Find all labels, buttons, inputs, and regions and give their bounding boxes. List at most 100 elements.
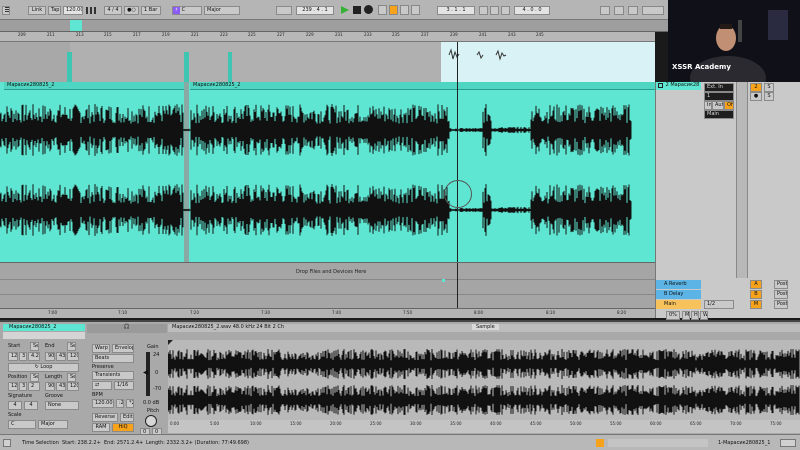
start-beat[interactable]: 3 [19, 352, 27, 361]
sample-editor[interactable]: 0:00 5:00 10:00 15:00 20:00 25:00 30:00 … [168, 332, 800, 433]
stop-icon[interactable] [353, 6, 361, 14]
metro-quantize[interactable]: 1 Bar [141, 6, 161, 15]
post-m-button[interactable]: Post [774, 300, 788, 309]
envelope-tab[interactable]: Envelope [112, 344, 134, 353]
drop-area[interactable]: Drop Files and Devices Here [0, 262, 655, 309]
monitor-off-button[interactable]: Off [724, 101, 734, 110]
solo-button-2[interactable]: S [764, 92, 774, 101]
end-set[interactable]: Set [67, 342, 76, 351]
signature-numerator[interactable]: 4 [8, 401, 22, 410]
loop-start-field[interactable]: 3 . 1 . 1 [437, 6, 475, 15]
reverse-button[interactable]: Reverse [92, 413, 118, 422]
post-b-button[interactable]: Post [774, 290, 788, 299]
clip-key-select[interactable]: C [8, 420, 36, 429]
start-set[interactable]: Set [30, 342, 39, 351]
position-set[interactable]: Set [30, 373, 39, 382]
start-sixteenth[interactable]: 4.2 [28, 352, 40, 361]
draw-mode-icon[interactable] [389, 5, 398, 15]
warp-mode-select[interactable]: Beats [92, 354, 134, 363]
control-bar-toggle[interactable] [2, 6, 10, 15]
metronome-button[interactable]: ●○ [124, 6, 139, 15]
audio-track-lane[interactable]: Марасик280825_2 Марасик280825_2 [0, 82, 655, 262]
length-set[interactable]: Set [67, 373, 76, 382]
groove-select[interactable]: None [45, 401, 79, 410]
end-sixteenth[interactable]: 120 [67, 352, 79, 361]
main-activator[interactable]: M [750, 300, 762, 309]
info-toggle-icon[interactable] [3, 439, 11, 447]
clip-marker[interactable] [67, 52, 72, 82]
w-button[interactable]: W [700, 311, 708, 320]
scrub-area[interactable] [0, 42, 655, 82]
meter-field[interactable]: 4 / 4 [104, 6, 122, 15]
detail-view-icon[interactable] [780, 439, 796, 447]
return-track-b[interactable]: B Delay [656, 290, 701, 299]
tempo-field[interactable]: 120.00 [63, 6, 83, 15]
return-track-a[interactable]: A Reverb [656, 280, 701, 289]
arm-button[interactable]: ● [750, 92, 762, 101]
warp-marker-strip[interactable] [168, 332, 800, 340]
clip-view-toggle-icon[interactable] [608, 439, 708, 447]
length-sixteenth[interactable]: 120 [67, 382, 79, 391]
monitor-auto-button[interactable]: Auto [712, 101, 724, 110]
length-beat[interactable]: 43 [56, 382, 66, 391]
start-marker-icon[interactable] [168, 340, 173, 345]
settings-icon[interactable] [628, 6, 638, 15]
loop-toggle-icon[interactable] [479, 6, 488, 15]
link-button[interactable]: Link [28, 6, 46, 15]
warp-toggle[interactable]: Warp [92, 344, 110, 353]
hiq-button[interactable]: HiQ [112, 423, 134, 432]
clip-header[interactable]: Марасик280825_2 [4, 82, 184, 90]
clip-title-bar[interactable]: Марасик280825_2 [3, 324, 85, 331]
position-beat[interactable]: 3 [19, 382, 27, 391]
end-beat[interactable]: 43 [56, 352, 66, 361]
signature-denominator[interactable]: 4 [24, 401, 38, 410]
output-select[interactable]: Main [704, 110, 734, 119]
arrangement-position[interactable]: 239 . 4 . 1 [296, 6, 334, 15]
time-ruler[interactable]: 7:00 7:10 7:20 7:30 7:40 7:50 8:00 8:10 … [0, 308, 655, 318]
play-icon[interactable] [340, 5, 350, 15]
bpm-field[interactable]: 120.00 [92, 399, 114, 408]
follow-icon[interactable] [276, 6, 292, 15]
half-tempo-button[interactable]: :2 [116, 399, 124, 408]
fold-icon[interactable] [658, 83, 663, 88]
position-bar[interactable]: 121 [8, 382, 18, 391]
length-bar[interactable]: 90 [45, 382, 55, 391]
ram-button[interactable]: RAM [92, 423, 110, 432]
punch-icon[interactable] [411, 5, 420, 15]
automation-arm-icon[interactable] [378, 5, 387, 15]
beat-time-ruler[interactable]: 209 211 213 215 217 219 221 223 225 227 … [0, 32, 655, 42]
loop-length-field[interactable]: 4 . 0 . 0 [514, 6, 550, 15]
key-select[interactable]: ♯ C [172, 6, 202, 15]
double-tempo-button[interactable]: *2 [126, 399, 134, 408]
loop-mode-select[interactable]: ⇄ [92, 381, 112, 390]
loop-switch-icon[interactable] [400, 5, 409, 15]
punch-out-icon[interactable] [501, 6, 510, 15]
return-b-activator[interactable]: B [750, 290, 762, 299]
zoom-percent[interactable]: 0% [666, 311, 680, 320]
main-level[interactable]: 1/2 [704, 300, 734, 309]
post-a-button[interactable]: Post [774, 280, 788, 289]
pitch-knob[interactable] [145, 415, 157, 427]
preserve-select[interactable]: Transients [92, 371, 134, 380]
position-sixteenth[interactable]: 2 [28, 382, 40, 391]
start-bar[interactable]: 121 [8, 352, 18, 361]
track-activator[interactable]: 2 [750, 83, 762, 92]
input-channel-select[interactable]: 1 [704, 92, 734, 101]
clip-marker[interactable] [228, 52, 232, 82]
punch-in-icon[interactable] [490, 6, 499, 15]
end-bar[interactable]: 90 [45, 352, 55, 361]
nudge-bars-icon[interactable] [86, 7, 96, 14]
solo-button[interactable]: S [764, 83, 774, 92]
loop-button[interactable]: ↻ Loop [8, 363, 79, 372]
clip-marker[interactable] [184, 52, 189, 82]
m-button[interactable]: M [682, 311, 690, 320]
clip-header[interactable]: Марасик280825_2 [190, 82, 655, 90]
input-type-select[interactable]: Ext. In [704, 83, 734, 92]
sample-tab[interactable]: Sample [472, 324, 499, 330]
tap-button[interactable]: Tap [48, 6, 61, 15]
return-a-activator[interactable]: A [750, 280, 762, 289]
h-button[interactable]: H [691, 311, 699, 320]
clip-scale-select[interactable]: Major [38, 420, 68, 429]
scale-select[interactable]: Major [204, 6, 240, 15]
main-track[interactable]: Main [656, 300, 701, 309]
